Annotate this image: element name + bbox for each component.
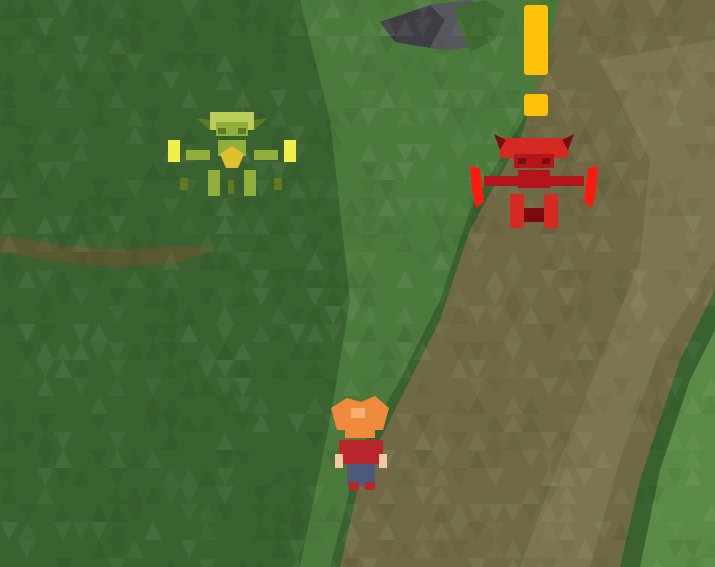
- demon-eye-left: [518, 158, 526, 164]
- demon-leg-left: [510, 194, 524, 228]
- goblin-claw-left: [168, 140, 180, 162]
- demon-arm-right: [550, 176, 584, 186]
- player-boot-left: [349, 482, 359, 490]
- alert-marker: !: [524, 5, 548, 116]
- player-boot-right: [365, 482, 375, 490]
- demon-eye-right: [542, 158, 550, 164]
- demon-torso: [518, 170, 550, 188]
- player-face: [345, 426, 375, 438]
- game-viewport[interactable]: !: [0, 0, 715, 567]
- goblin-leg-right: [244, 170, 256, 196]
- alert-dot: [524, 94, 548, 116]
- goblin-claw-right: [284, 140, 296, 162]
- goblin-eye-left: [218, 128, 226, 134]
- goblin-arm-left: [186, 150, 210, 160]
- demon-arm-left: [484, 176, 518, 186]
- goblin-arm-right: [254, 150, 278, 160]
- goblin-leg-left-shade: [228, 180, 234, 194]
- player-hand-right: [379, 454, 387, 468]
- goblin-claw-right-shade: [274, 178, 282, 190]
- demon-leg-right: [544, 194, 558, 228]
- goblin-leg-left: [208, 170, 220, 196]
- player-shirt: [339, 440, 383, 464]
- game-canvas[interactable]: !: [0, 0, 715, 567]
- player-hand-left: [335, 454, 343, 468]
- demon-leg-inner: [524, 208, 544, 222]
- goblin-eye-right: [238, 128, 246, 134]
- alert-bar: [524, 5, 548, 75]
- goblin-claw-left-shade: [180, 178, 188, 190]
- player-hair-highlight: [351, 408, 365, 418]
